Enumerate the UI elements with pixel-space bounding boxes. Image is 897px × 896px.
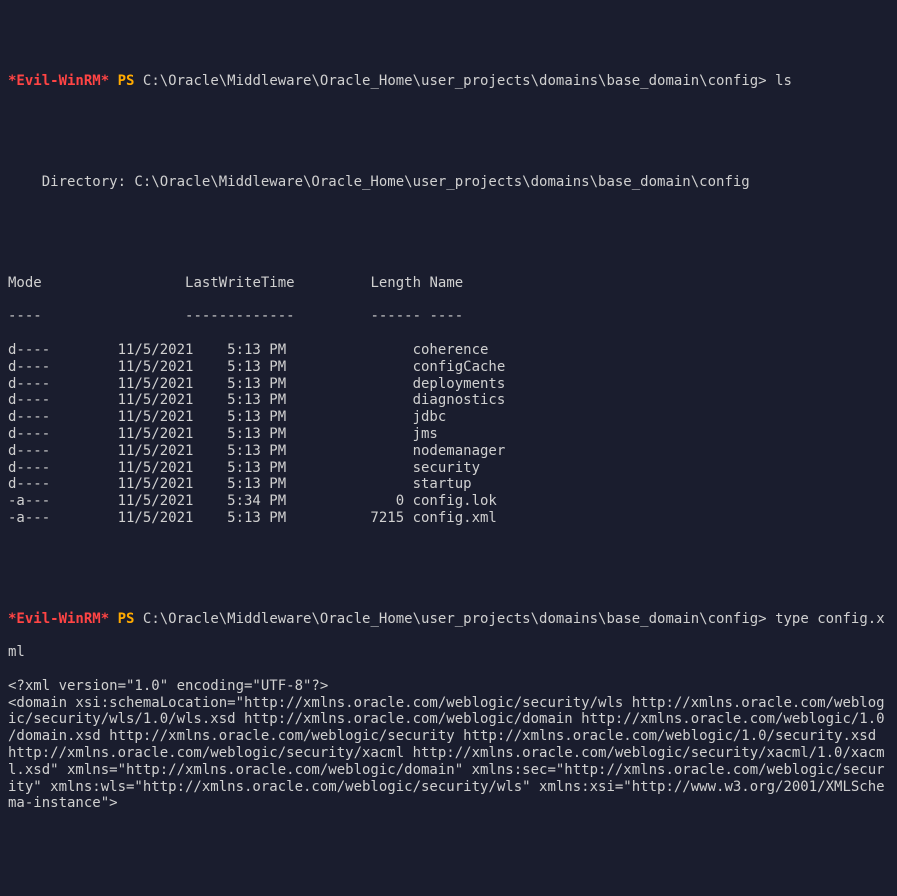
table-row: d---- 11/5/2021 5:13 PM nodemanager [8, 443, 889, 460]
table-row: d---- 11/5/2021 5:13 PM coherence [8, 342, 889, 359]
command-input: ls [775, 73, 792, 89]
table-row: d---- 11/5/2021 5:13 PM security [8, 460, 889, 477]
table-divider: ---- ------------- ------ ---- [8, 308, 889, 325]
table-row: -a--- 11/5/2021 5:34 PM 0 config.lok [8, 493, 889, 510]
table-header: Mode LastWriteTime Length Name [8, 275, 889, 292]
evil-winrm-label: *Evil-WinRM* [8, 73, 109, 89]
xml-output-line: l.xsd" xmlns="http://xmlns.oracle.com/we… [8, 762, 889, 779]
current-path: C:\Oracle\Middleware\Oracle_Home\user_pr… [143, 73, 767, 89]
ps-label: PS [118, 73, 135, 89]
table-row: d---- 11/5/2021 5:13 PM deployments [8, 376, 889, 393]
prompt-line-2[interactable]: *Evil-WinRM* PS C:\Oracle\Middleware\Ora… [8, 611, 889, 628]
table-row: d---- 11/5/2021 5:13 PM diagnostics [8, 392, 889, 409]
table-row: d---- 11/5/2021 5:13 PM startup [8, 476, 889, 493]
table-row: d---- 11/5/2021 5:13 PM jdbc [8, 409, 889, 426]
ps-label: PS [118, 611, 135, 627]
evil-winrm-label: *Evil-WinRM* [8, 611, 109, 627]
col-mode: Mode [8, 275, 42, 291]
current-path: C:\Oracle\Middleware\Oracle_Home\user_pr… [143, 611, 767, 627]
xml-output-line: ic/security/wls/1.0/wls.xsd http://xmlns… [8, 711, 889, 728]
prompt-line-1[interactable]: *Evil-WinRM* PS C:\Oracle\Middleware\Ora… [8, 73, 889, 90]
file-listing: d---- 11/5/2021 5:13 PM coherenced---- 1… [8, 342, 889, 527]
xml-output-line: /domain.xsd http://xmlns.oracle.com/webl… [8, 728, 889, 745]
table-row: -a--- 11/5/2021 5:13 PM 7215 config.xml [8, 510, 889, 527]
xml-output-line: <domain xsi:schemaLocation="http://xmlns… [8, 695, 889, 712]
command-input: type config.x [775, 611, 885, 627]
col-lastwritetime: LastWriteTime [185, 275, 295, 291]
xml-output: <?xml version="1.0" encoding="UTF-8"?><d… [8, 678, 889, 812]
table-row: d---- 11/5/2021 5:13 PM configCache [8, 359, 889, 376]
xml-output-line: http://xmlns.oracle.com/weblogic/securit… [8, 745, 889, 762]
xml-output-line: ma-instance"> [8, 795, 889, 812]
col-name: Name [429, 275, 463, 291]
xml-output-line: ity" xmlns:wls="http://xmlns.oracle.com/… [8, 779, 889, 796]
xml-output-line: <?xml version="1.0" encoding="UTF-8"?> [8, 678, 889, 695]
directory-header: Directory: C:\Oracle\Middleware\Oracle_H… [8, 174, 889, 191]
command-continuation: ml [8, 644, 889, 661]
table-row: d---- 11/5/2021 5:13 PM jms [8, 426, 889, 443]
col-length: Length [370, 275, 421, 291]
